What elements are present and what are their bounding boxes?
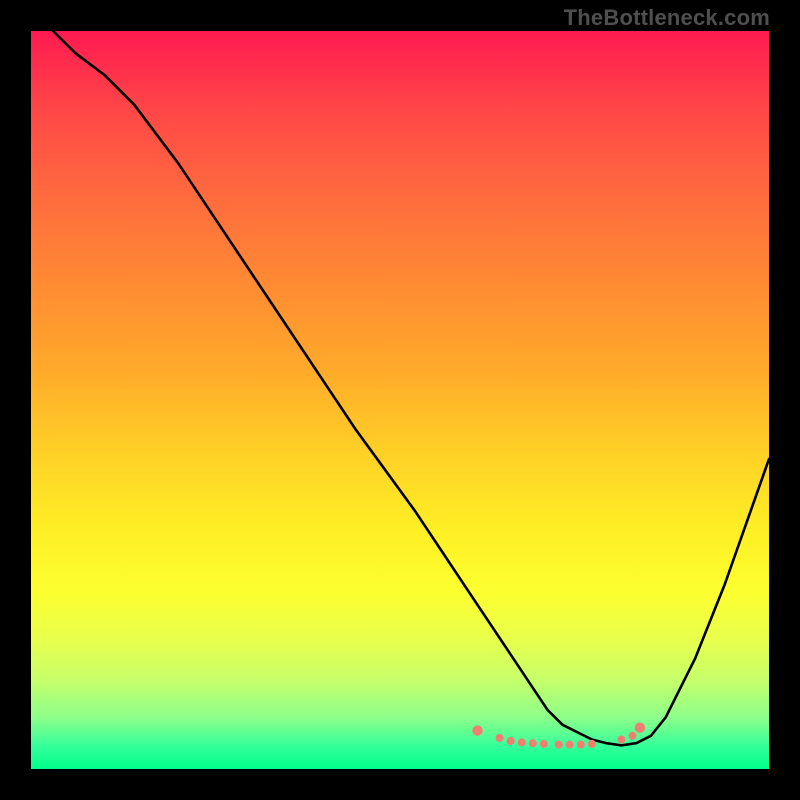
- valley-marker: [577, 741, 585, 749]
- valley-marker: [507, 737, 515, 745]
- valley-marker: [518, 738, 526, 746]
- valley-marker: [635, 723, 645, 733]
- bottleneck-curve: [53, 31, 769, 745]
- valley-marker: [472, 725, 482, 735]
- valley-marker: [629, 732, 637, 740]
- curve-layer: [31, 31, 769, 769]
- valley-marker: [540, 740, 548, 748]
- chart-frame: TheBottleneck.com: [0, 0, 800, 800]
- valley-marker: [496, 734, 504, 742]
- valley-marker: [566, 741, 574, 749]
- valley-marker: [617, 736, 625, 744]
- valley-marker: [588, 740, 596, 748]
- plot-area: [31, 31, 769, 769]
- watermark-text: TheBottleneck.com: [564, 5, 770, 31]
- valley-marker: [555, 741, 563, 749]
- valley-marker: [529, 739, 537, 747]
